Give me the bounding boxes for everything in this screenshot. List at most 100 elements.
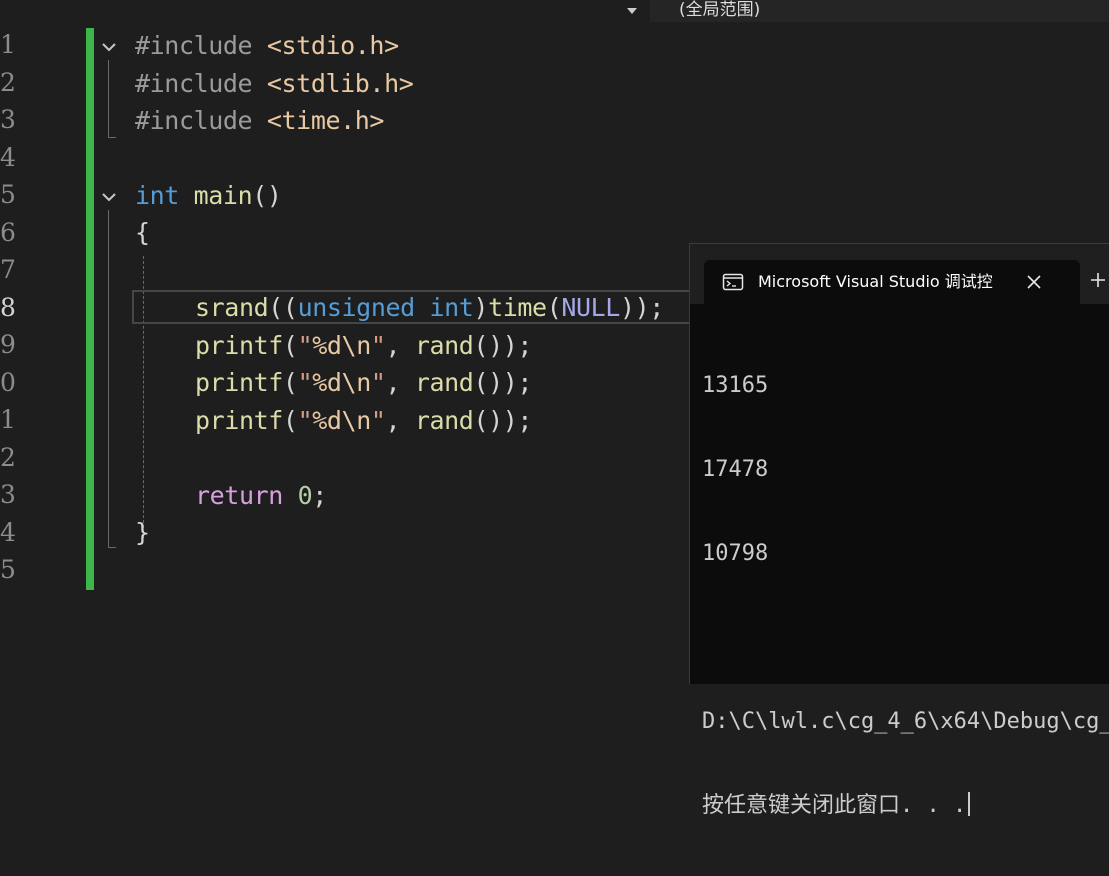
line-number: 6 [0,218,16,247]
code-token: NULL [561,293,620,322]
line-number: 9 [0,330,16,359]
code-token: ) [473,293,489,322]
code-line: { [135,214,150,251]
console-output-line: 10798 [702,541,769,566]
line-number: 0 [0,368,16,397]
code-line: #include <time.h> [135,102,384,139]
fold-guide-end [108,137,116,138]
fold-guide [108,210,109,548]
fold-guide [108,60,109,138]
line-number: 7 [0,255,16,284]
code-token: " [370,331,386,360]
code-token: \n [341,331,372,360]
console-titlebar[interactable]: Microsoft Visual Studio 调试控 [690,244,1109,304]
close-icon[interactable] [1024,272,1044,292]
code-line: return 0; [195,477,327,514]
code-token: #include [135,69,253,98]
code-token: , [385,368,415,397]
line-number: 5 [0,180,16,209]
code-line: printf("%d\n", rand()); [195,402,532,439]
chevron-down-icon[interactable] [622,2,642,20]
console-icon [722,271,744,293]
code-token: time [488,293,547,322]
code-token: ( [282,368,298,397]
console-output[interactable]: 13165 17478 10798 D:\C\lwl.c\cg_4_6\x64\… [702,316,1109,876]
code-token: , [385,331,415,360]
code-line: #include <stdio.h> [135,27,399,64]
code-token: int [135,181,179,210]
code-token: ()); [473,331,533,360]
member-dropdown[interactable] [0,0,645,22]
console-prompt-line: 按任意键关闭此窗口. . . [702,792,1109,820]
code-token: ( [546,293,562,322]
scope-label: (全局范围) [679,0,761,20]
console-prompt-text: 按任意键关闭此窗口. . . [702,793,967,818]
code-token: rand [414,331,474,360]
fold-guide-end [108,547,116,548]
code-token: %d [312,368,342,397]
line-number: 3 [0,105,16,134]
code-token: printf [195,331,283,360]
code-token: )); [619,293,664,322]
debug-console-window[interactable]: Microsoft Visual Studio 调试控 13165 17478 … [689,243,1109,818]
code-token: main [193,181,253,210]
code-token: ; [312,481,327,510]
code-token: %d [312,331,342,360]
code-token: ()); [473,368,533,397]
code-token: " [297,406,313,435]
navigation-bar: (全局范围) [0,0,1109,24]
line-number: 3 [0,480,16,509]
code-token: #include [135,106,253,135]
change-tracking-bar [86,28,94,590]
line-number: 5 [0,555,16,584]
code-token: () [252,181,282,210]
code-token: int [429,293,474,322]
code-token: <stdlib.h> [266,69,414,98]
code-token: , [385,406,415,435]
console-tab[interactable]: Microsoft Visual Studio 调试控 [704,260,1080,304]
text-cursor [968,792,971,816]
line-number-current: 8 [0,293,16,322]
code-line: printf("%d\n", rand()); [195,364,532,401]
code-token: " [370,406,386,435]
code-line: #include <stdlib.h> [135,65,414,102]
code-token: printf [195,368,283,397]
code-token: <stdio.h> [266,31,399,60]
console-output-line: D:\C\lwl.c\cg_4_6\x64\Debug\cg_4_6.exe [702,709,1109,734]
code-token: \n [341,368,372,397]
console-output-line: 17478 [702,457,769,482]
line-number: 2 [0,443,16,472]
code-token: rand [414,368,474,397]
code-line: srand((unsigned int)time(NULL)); [195,289,664,326]
code-token: #include [135,31,253,60]
line-number: 4 [0,518,16,547]
code-token: " [297,368,313,397]
code-token: unsigned [297,293,416,322]
plus-icon[interactable] [1088,270,1108,290]
code-token: srand [195,293,269,322]
code-token: \n [341,406,372,435]
code-token: { [135,218,150,247]
line-number: 1 [0,30,16,59]
code-token: ( [282,406,298,435]
fold-chevron-icon[interactable] [100,38,118,56]
line-number: 2 [0,68,16,97]
line-number: 4 [0,143,16,172]
code-line: int main() [135,177,282,214]
code-token: rand [414,406,474,435]
code-token: return [195,481,283,510]
line-number: 1 [0,405,16,434]
code-token: printf [195,406,283,435]
code-token: 0 [297,481,313,510]
code-token: " [297,331,313,360]
fold-chevron-icon[interactable] [100,188,118,206]
code-token: ()); [473,406,533,435]
code-line: printf("%d\n", rand()); [195,327,532,364]
code-token: " [370,368,386,397]
